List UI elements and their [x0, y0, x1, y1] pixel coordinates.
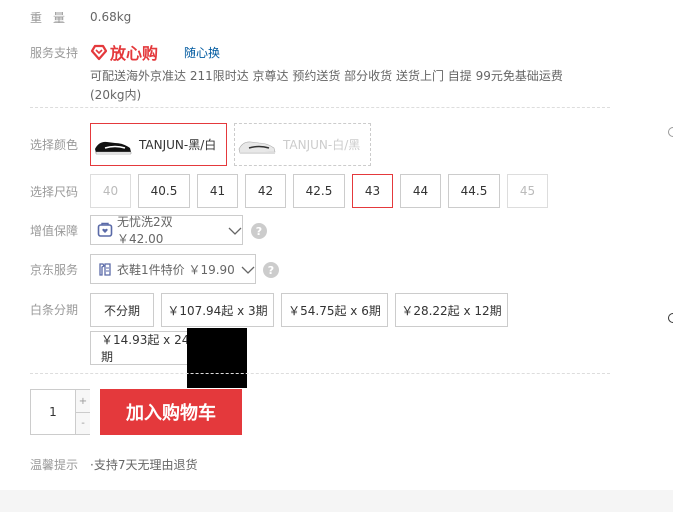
footer-band — [0, 490, 673, 512]
help-icon[interactable]: ? — [251, 223, 267, 239]
color-option-label: TANJUN-黑/白 — [139, 138, 217, 152]
service-items-cont: (20kg内) — [90, 88, 142, 102]
exchange-link[interactable]: 随心换 — [184, 44, 220, 61]
size-option[interactable]: 45 — [507, 174, 548, 208]
warranty-value: 无忧洗2双 ￥42.00 — [117, 215, 173, 246]
installment-option[interactable]: ￥14.93起 x 24期 — [90, 331, 197, 365]
quantity-input[interactable]: 1 — [31, 390, 75, 434]
shoe-thumbnail-icon — [93, 133, 133, 157]
size-option[interactable]: 44 — [400, 174, 441, 208]
warranty-label: 增值保障 — [30, 224, 79, 238]
color-option-black[interactable]: TANJUN-黑/白 — [90, 123, 227, 166]
warranty-select[interactable]: 无忧洗2双 ￥42.00 — [90, 215, 243, 246]
installment-option[interactable]: ￥107.94起 x 3期 — [161, 293, 274, 327]
installment-option[interactable]: ￥28.22起 x 12期 — [395, 293, 508, 327]
service-brand[interactable]: 放心购 — [90, 40, 158, 64]
quantity-minus-button[interactable]: - — [75, 412, 90, 434]
shield-icon — [97, 222, 113, 238]
side-handle-icon — [668, 127, 673, 137]
heart-diamond-icon — [90, 43, 108, 61]
size-option[interactable]: 40.5 — [138, 174, 190, 208]
installment-option[interactable]: 不分期 — [90, 293, 154, 327]
weight-label: 重量 — [30, 11, 77, 25]
chevron-down-icon — [228, 225, 242, 235]
quantity-stepper[interactable]: 1 + - — [30, 389, 90, 435]
size-option[interactable]: 42.5 — [293, 174, 345, 208]
size-label: 选择尺码 — [30, 185, 79, 199]
shoe-thumbnail-icon — [237, 133, 277, 157]
size-option[interactable]: 44.5 — [448, 174, 500, 208]
jd-service-value: 衣鞋1件特价 ￥19.90 — [117, 262, 235, 277]
size-option-selected[interactable]: 43 — [352, 174, 393, 208]
size-option[interactable]: 42 — [245, 174, 286, 208]
redaction-box — [187, 328, 247, 388]
jd-service-select[interactable]: 衣鞋1件特价 ￥19.90 — [90, 254, 256, 284]
help-icon[interactable]: ? — [263, 262, 279, 278]
divider — [30, 373, 610, 374]
tip-label: 温馨提示 — [30, 458, 79, 472]
installment-option[interactable]: ￥54.75起 x 6期 — [281, 293, 388, 327]
side-handle-icon — [668, 313, 673, 323]
add-to-cart-button[interactable]: 加入购物车 — [100, 389, 242, 435]
size-option[interactable]: 41 — [197, 174, 238, 208]
service-icon — [97, 261, 113, 277]
service-items: 可配送海外京准达 211限时达 京尊达 预约送货 部分收货 送货上门 自提 99… — [90, 69, 563, 83]
jd-service-label: 京东服务 — [30, 263, 79, 277]
quantity-plus-button[interactable]: + — [75, 390, 90, 412]
tip-value: ·支持7天无理由退货 — [90, 458, 198, 472]
color-label: 选择颜色 — [30, 138, 79, 152]
weight-value: 0.68kg — [90, 10, 132, 24]
divider — [30, 107, 610, 108]
installment-label: 白条分期 — [30, 303, 79, 317]
brand-name: 放心购 — [110, 44, 159, 63]
service-label: 服务支持 — [30, 46, 79, 60]
color-option-label: TANJUN-白/黑 — [283, 138, 361, 152]
size-option[interactable]: 40 — [90, 174, 131, 208]
chevron-down-icon — [241, 264, 255, 274]
color-option-white[interactable]: TANJUN-白/黑 — [234, 123, 371, 166]
